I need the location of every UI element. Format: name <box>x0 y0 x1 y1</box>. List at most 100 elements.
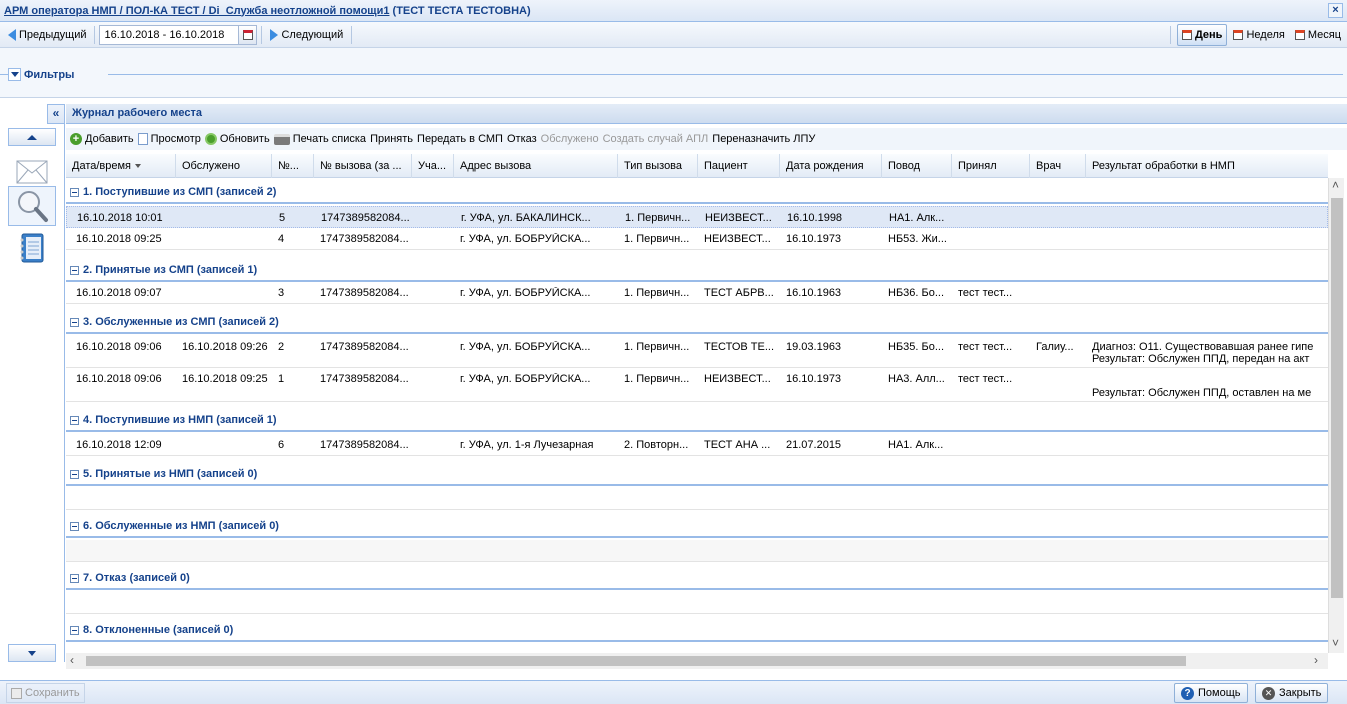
notebook-icon <box>20 233 44 263</box>
group-header[interactable]: 8. Отклоненные (записей 0) <box>66 620 1328 642</box>
table-row[interactable]: 16.10.2018 09:06 16.10.2018 09:26 2 1747… <box>66 336 1328 368</box>
filters-fieldset: Фильтры <box>0 48 1347 98</box>
magnifier-icon <box>18 191 48 222</box>
column-header-call-number[interactable]: № вызова (за ... <box>314 154 412 178</box>
save-button[interactable]: Сохранить <box>6 683 85 703</box>
collapse-group-icon <box>70 625 79 635</box>
window-title-user: (ТЕСТ ТЕСТА ТЕСТОВНА) <box>389 4 531 17</box>
printer-icon <box>273 133 290 145</box>
sidebar-scroll-up-button[interactable] <box>8 128 56 146</box>
group-header[interactable]: 7. Отказ (записей 0) <box>66 568 1328 590</box>
arrow-left-icon <box>8 28 16 41</box>
group-header[interactable]: 3. Обслуженные из СМП (записей 2) <box>66 312 1328 334</box>
table-row[interactable]: 16.10.2018 10:01 5 1747389582084... г. У… <box>66 206 1328 228</box>
calendar-picker-button[interactable] <box>239 24 258 45</box>
column-header-address[interactable]: Адрес вызова <box>454 154 618 178</box>
column-header-doctor[interactable]: Врач <box>1030 154 1086 178</box>
chevron-down-icon[interactable]: ˅ <box>1332 636 1339 650</box>
column-header-datetime[interactable]: Дата/время <box>66 154 176 178</box>
left-sidebar <box>0 104 65 662</box>
chevron-up-icon[interactable]: ˄ <box>1332 178 1339 192</box>
column-header-reason[interactable]: Повод <box>882 154 952 178</box>
sort-desc-icon <box>135 164 142 169</box>
period-week-button[interactable]: Неделя <box>1229 24 1288 46</box>
date-navigation-bar: Предыдущий 16.10.2018 - 16.10.2018 Следу… <box>0 22 1347 48</box>
column-header-patient[interactable]: Пациент <box>698 154 780 178</box>
vertical-scrollbar[interactable]: ˄ ˅ <box>1328 178 1344 653</box>
sidebar-item-search[interactable] <box>8 186 56 226</box>
group-header[interactable]: 6. Обслуженные из НМП (записей 0) <box>66 516 1328 538</box>
period-day-button[interactable]: День <box>1176 24 1228 46</box>
empty-row <box>66 592 1328 614</box>
plus-icon: + <box>70 133 82 145</box>
calendar-week-icon <box>1233 30 1244 40</box>
arrow-down-icon <box>28 650 36 656</box>
window-close-button[interactable]: × <box>1328 3 1343 18</box>
table-row[interactable]: 16.10.2018 09:06 16.10.2018 09:25 1 1747… <box>66 368 1328 402</box>
sidebar-scroll-down-button[interactable] <box>8 644 56 662</box>
group-header[interactable]: 5. Принятые из НМП (записей 0) <box>66 464 1328 486</box>
horizontal-scrollbar[interactable]: ‹ › <box>66 653 1328 669</box>
footer-bar: Сохранить ? Помощь ✕ Закрыть <box>0 680 1347 704</box>
table-row[interactable]: 16.10.2018 09:25 4 1747389582084... г. У… <box>66 228 1328 250</box>
collapse-group-icon <box>70 573 79 583</box>
group-header[interactable]: 2. Принятые из СМП (записей 1) <box>66 260 1328 282</box>
column-header-accepted[interactable]: Принял <box>952 154 1030 178</box>
arrow-right-icon <box>270 28 279 41</box>
column-header-birth-date[interactable]: Дата рождения <box>780 154 882 178</box>
add-button[interactable]: + Добавить <box>70 133 134 145</box>
table-row[interactable]: 16.10.2018 09:07 3 1747389582084... г. У… <box>66 282 1328 304</box>
column-header-served[interactable]: Обслужено <box>176 154 272 178</box>
served-button[interactable]: Обслужено <box>541 133 599 145</box>
create-case-button[interactable]: Создать случай АПЛ <box>603 133 709 145</box>
group-header[interactable]: 1. Поступившие из СМП (записей 2) <box>66 182 1328 204</box>
document-icon <box>137 133 148 145</box>
column-header-district[interactable]: Уча... <box>412 154 454 178</box>
horizontal-scroll-thumb[interactable] <box>86 656 1186 666</box>
chevron-left-icon[interactable]: ‹ <box>70 653 74 667</box>
chevron-right-icon[interactable]: › <box>1314 653 1318 667</box>
help-button[interactable]: ? Помощь <box>1174 683 1248 703</box>
column-header-result[interactable]: Результат обработки в НМП <box>1086 154 1328 178</box>
period-month-button[interactable]: Месяц <box>1291 24 1345 46</box>
close-icon: ✕ <box>1262 686 1275 700</box>
vertical-scroll-thumb[interactable] <box>1331 198 1343 598</box>
transfer-to-smp-button[interactable]: Передать в СМП <box>417 133 503 145</box>
column-header-call-type[interactable]: Тип вызова <box>618 154 698 178</box>
journal-toolbar: + Добавить Просмотр Обновить Печать списк… <box>66 128 1347 150</box>
window-title-link[interactable]: АРМ оператора НМП / ПОЛ-КА ТЕСТ / Di_Слу… <box>4 5 389 17</box>
collapse-group-icon <box>70 521 79 531</box>
panel-title: Журнал рабочего места <box>66 104 1347 124</box>
group-header[interactable]: 4. Поступившие из НМП (записей 1) <box>66 410 1328 432</box>
sidebar-item-journal[interactable] <box>8 228 56 268</box>
reassign-lpu-button[interactable]: Переназначить ЛПУ <box>712 133 815 145</box>
date-range-input[interactable]: 16.10.2018 - 16.10.2018 <box>99 24 240 45</box>
close-button[interactable]: ✕ Закрыть <box>1255 683 1329 703</box>
table-row[interactable]: 16.10.2018 12:09 6 1747389582084... г. У… <box>66 434 1328 456</box>
refresh-button[interactable]: Обновить <box>204 133 270 145</box>
calendar-month-icon <box>1294 30 1305 40</box>
window-titlebar: АРМ оператора НМП / ПОЛ-КА ТЕСТ / Di_Слу… <box>0 0 1347 22</box>
collapse-group-icon <box>70 469 79 479</box>
filters-toggle[interactable]: Фильтры <box>8 68 74 81</box>
period-switcher: День Неделя Месяц <box>1166 24 1345 46</box>
floppy-disk-icon <box>11 687 22 699</box>
column-header-num[interactable]: №... <box>272 154 314 178</box>
collapse-group-icon <box>70 265 79 275</box>
window-title: АРМ оператора НМП / ПОЛ-КА ТЕСТ / Di_Слу… <box>4 5 531 17</box>
accept-button[interactable]: Принять <box>370 133 413 145</box>
refresh-icon <box>204 133 217 145</box>
next-button[interactable]: Следующий <box>266 24 347 46</box>
print-list-button[interactable]: Печать списка <box>273 133 366 145</box>
help-icon: ? <box>1181 686 1194 700</box>
expand-toggle-icon <box>8 68 21 81</box>
view-button[interactable]: Просмотр <box>137 133 201 145</box>
journal-grid: 1. Поступившие из СМП (записей 2) 16.10.… <box>66 178 1328 653</box>
sidebar-collapse-button[interactable]: « <box>47 104 65 124</box>
empty-row <box>66 488 1328 510</box>
collapse-group-icon <box>70 317 79 327</box>
empty-row <box>66 540 1328 562</box>
refuse-button[interactable]: Отказ <box>507 133 537 145</box>
previous-button[interactable]: Предыдущий <box>4 24 90 46</box>
calendar-day-icon <box>1181 30 1192 40</box>
